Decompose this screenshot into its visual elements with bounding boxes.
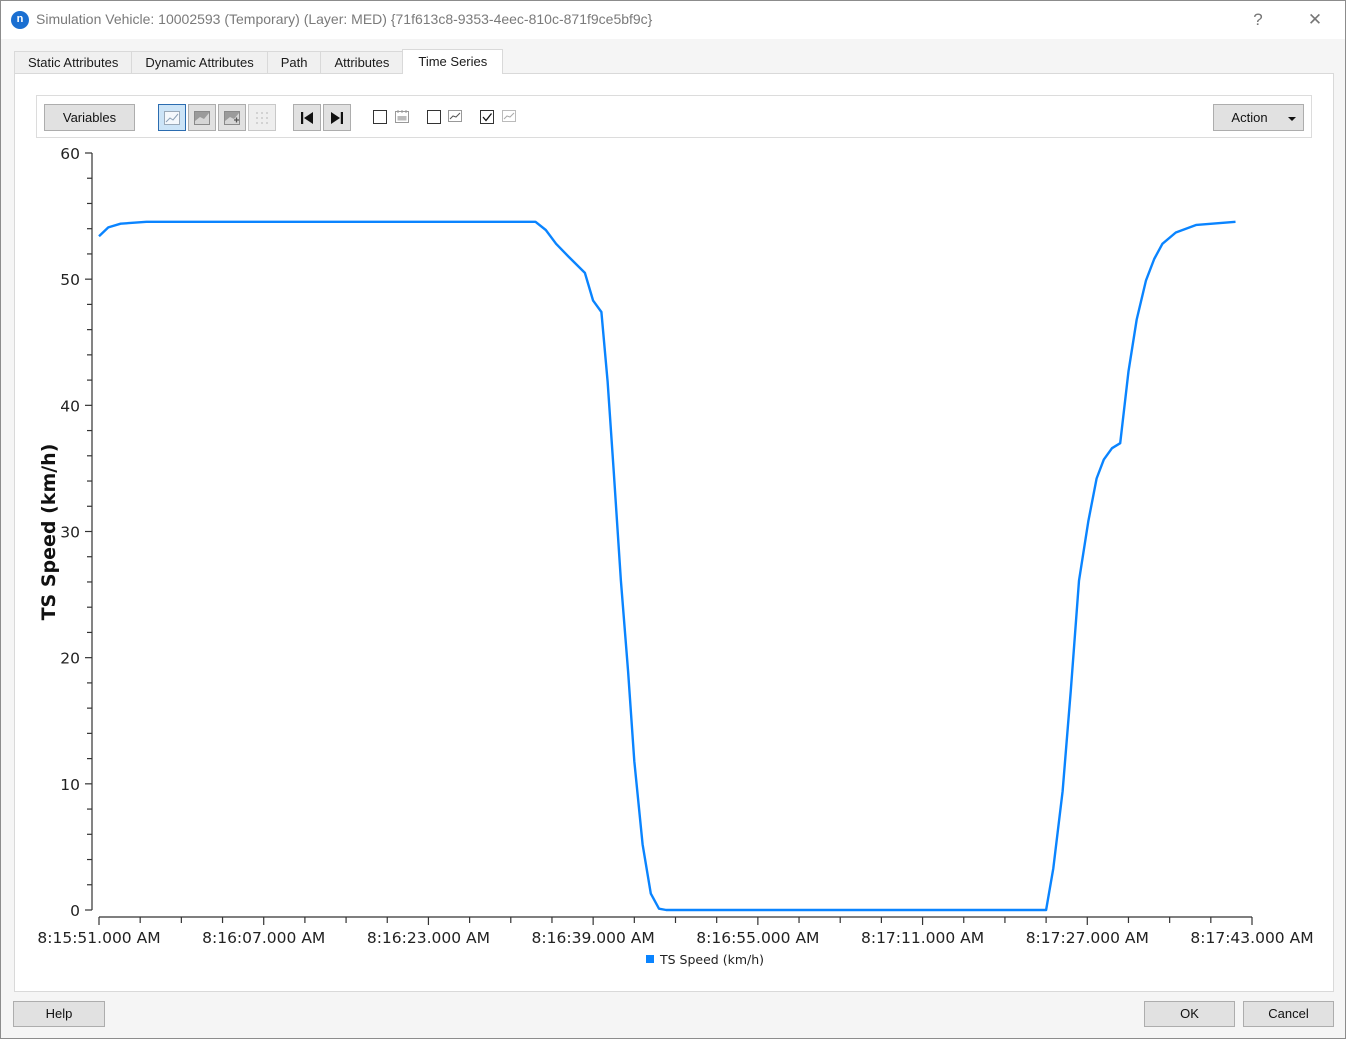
x-tick-label: 8:16:07.000 AM [202,929,325,947]
cancel-button[interactable]: Cancel [1243,1001,1334,1027]
y-tick-label: 10 [60,776,80,794]
x-axis: 8:15:51.000 AM 8:16:07.000 AM 8:16:23.000 … [37,916,1314,947]
y-axis: 0 10 20 30 40 50 60 [60,145,93,920]
legend-label: TS Speed (km/h) [659,952,764,967]
y-tick-label: 20 [60,650,80,668]
dialog-window: n Simulation Vehicle: 10002593 (Temporar… [0,0,1346,1039]
speed-time-series-chart: 0 10 20 30 40 50 60 8:15:51.000 AM 8:16:07.000 … [37,145,1314,967]
x-tick-label: 8:17:27.000 AM [1026,929,1149,947]
help-button[interactable]: Help [13,1001,105,1027]
x-tick-label: 8:16:55.000 AM [696,929,819,947]
x-tick-label: 8:15:51.000 AM [37,929,160,947]
y-tick-label: 0 [70,902,80,920]
series-line-ts-speed [98,220,1236,912]
y-tick-label: 60 [60,145,80,163]
ok-button[interactable]: OK [1144,1001,1235,1027]
y-tick-label: 40 [60,397,80,415]
x-tick-label: 8:17:43.000 AM [1190,929,1313,947]
x-tick-label: 8:16:23.000 AM [367,929,490,947]
x-tick-label: 8:16:39.000 AM [532,929,655,947]
legend-swatch [646,955,654,963]
y-tick-label: 30 [60,524,80,542]
y-tick-label: 50 [60,271,80,289]
y-axis-label: TS Speed (km/h) [38,444,60,621]
x-tick-label: 8:17:11.000 AM [861,929,984,947]
legend: TS Speed (km/h) [646,952,764,967]
tab-time-series[interactable]: Time Series [402,49,504,74]
